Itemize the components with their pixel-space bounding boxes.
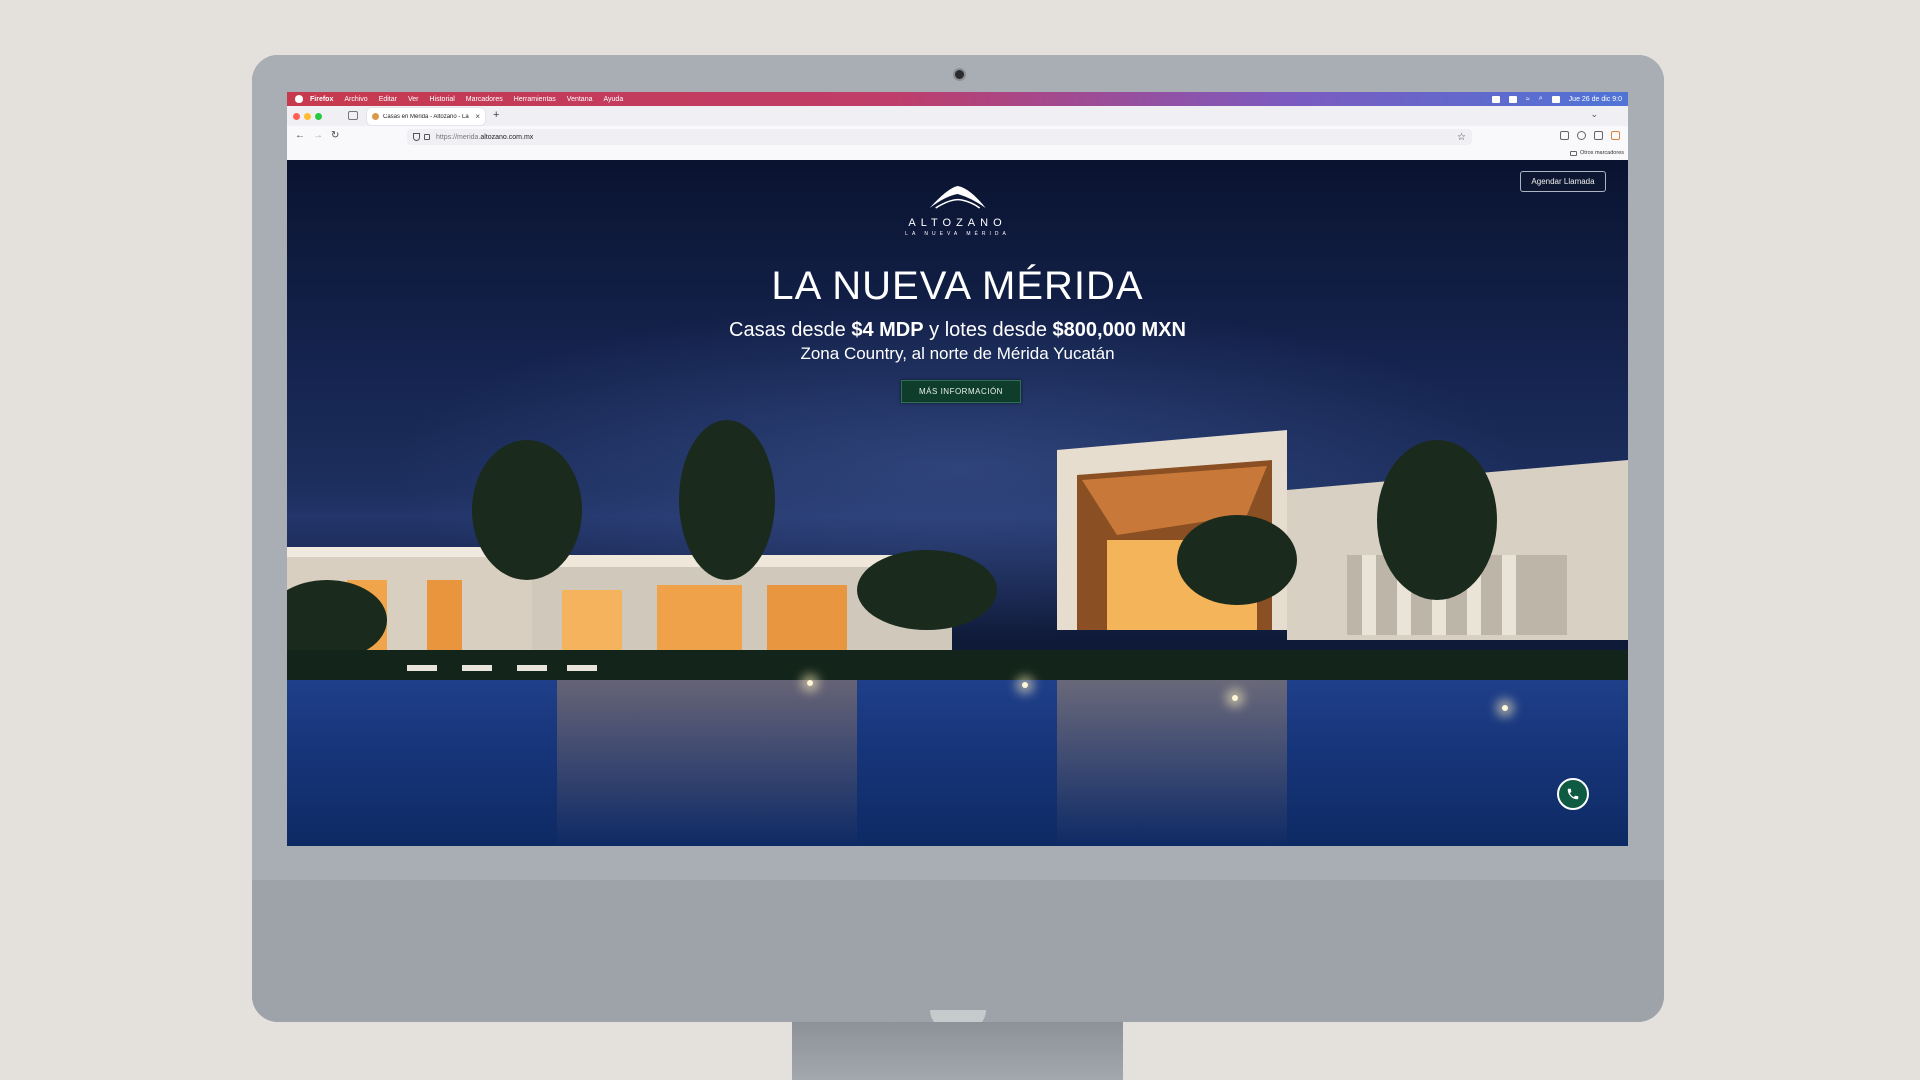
menu-marcadores[interactable]: Marcadores	[466, 96, 503, 103]
logo-brand: ALTOZANO	[908, 217, 1007, 229]
menu-ver[interactable]: Ver	[408, 96, 419, 103]
close-tab-icon[interactable]: ×	[475, 112, 480, 121]
users-icon[interactable]	[1508, 95, 1517, 103]
new-tab-button[interactable]: +	[493, 109, 499, 121]
logo-subtitle: LA NUEVA MÉRIDA	[905, 231, 1010, 237]
search-icon[interactable]: ⌕	[1539, 95, 1543, 103]
price-text-c: y lotes desde	[923, 319, 1053, 341]
pocket-icon[interactable]	[1560, 131, 1569, 140]
extension-fox-icon[interactable]	[1611, 131, 1620, 140]
hero-price-line: Casas desde $4 MDP y lotes desde $800,00…	[287, 319, 1628, 342]
status-icon[interactable]	[1491, 95, 1500, 103]
tab-title: Casas en Mérida - Altozano - La	[383, 113, 469, 120]
zoom-window-button[interactable]	[315, 113, 322, 120]
imac-chin	[252, 880, 1664, 1022]
menu-herramientas[interactable]: Herramientas	[514, 96, 556, 103]
menu-ventana[interactable]: Ventana	[567, 96, 593, 103]
hero-section: Agendar Llamada ALTOZANO LA NUEVA MÉRIDA…	[287, 160, 1628, 846]
tab-active[interactable]: Casas en Mérida - Altozano - La ×	[367, 108, 485, 125]
lot-price: $800,000 MXN	[1052, 319, 1186, 341]
macos-menubar: Firefox Archivo Editar Ver Historial Mar…	[287, 92, 1628, 106]
menubar-clock[interactable]: Jue 26 de dic 9:0	[1569, 96, 1622, 103]
mountain-logo-icon	[929, 186, 986, 209]
pool	[287, 680, 1628, 846]
url-domain: altozano.com.mx	[480, 133, 534, 141]
garden-light	[807, 680, 813, 686]
altozano-logo[interactable]: ALTOZANO LA NUEVA MÉRIDA	[905, 184, 1010, 237]
house-price: $4 MDP	[851, 319, 924, 341]
pool-reflection	[557, 680, 857, 846]
phone-icon	[1567, 788, 1579, 800]
reload-icon[interactable]: ↻	[331, 130, 339, 141]
hero-title: LA NUEVA MÉRIDA	[771, 264, 1144, 308]
menubar-status: ≈ ⌕ Jue 26 de dic 9:0	[1491, 95, 1628, 103]
forward-icon[interactable]: →	[313, 130, 323, 141]
folder-icon	[1569, 150, 1577, 156]
phone-button[interactable]	[1557, 778, 1589, 810]
url-bar[interactable]: https://merida. altozano.com.mx ☆	[407, 129, 1472, 145]
menu-editar[interactable]: Editar	[379, 96, 397, 103]
account-icon[interactable]	[1577, 131, 1586, 140]
menu-app-name[interactable]: Firefox	[310, 96, 333, 103]
imac-stand	[792, 1022, 1123, 1080]
close-window-button[interactable]	[293, 113, 300, 120]
apple-icon[interactable]	[295, 95, 303, 103]
url-prefix: https://merida.	[436, 133, 481, 141]
screen: Firefox Archivo Editar Ver Historial Mar…	[287, 92, 1628, 846]
bookmarks-folder[interactable]: Otros marcadores	[1569, 150, 1624, 156]
toolbar-icons	[1560, 131, 1620, 140]
garden-light	[1502, 705, 1508, 711]
minimize-window-button[interactable]	[304, 113, 311, 120]
menu-archivo[interactable]: Archivo	[344, 96, 367, 103]
bookmarks-folder-label: Otros marcadores	[1579, 150, 1624, 156]
nav-bar: ← → ↻ https://merida. altozano.com.mx ☆	[287, 126, 1628, 149]
pool-reflection	[1057, 680, 1287, 846]
tab-overview-icon[interactable]	[348, 111, 358, 120]
menu-ayuda[interactable]: Ayuda	[603, 96, 623, 103]
control-center-icon[interactable]	[1551, 95, 1560, 103]
camera-icon	[955, 70, 964, 79]
menu-historial[interactable]: Historial	[430, 96, 455, 103]
bookmark-star-icon[interactable]: ☆	[1457, 132, 1466, 143]
schedule-call-button[interactable]: Agendar Llamada	[1520, 171, 1606, 192]
price-text-a: Casas desde	[729, 319, 852, 341]
garden-light	[1232, 695, 1238, 701]
back-icon[interactable]: ←	[295, 130, 305, 141]
garden-light	[1022, 682, 1028, 688]
more-info-button[interactable]: MÁS INFORMACIÓN	[901, 380, 1021, 403]
hero-location: Zona Country, al norte de Mérida Yucatán	[800, 344, 1115, 363]
tab-bar: Casas en Mérida - Altozano - La × + ⌄	[287, 106, 1628, 126]
wifi-icon[interactable]: ≈	[1526, 96, 1530, 103]
tracking-shield-icon[interactable]	[413, 133, 420, 141]
favicon-icon	[372, 113, 379, 120]
list-tabs-chevron-icon[interactable]: ⌄	[1590, 109, 1598, 120]
lock-icon[interactable]	[424, 134, 430, 140]
extensions-icon[interactable]	[1594, 131, 1603, 140]
